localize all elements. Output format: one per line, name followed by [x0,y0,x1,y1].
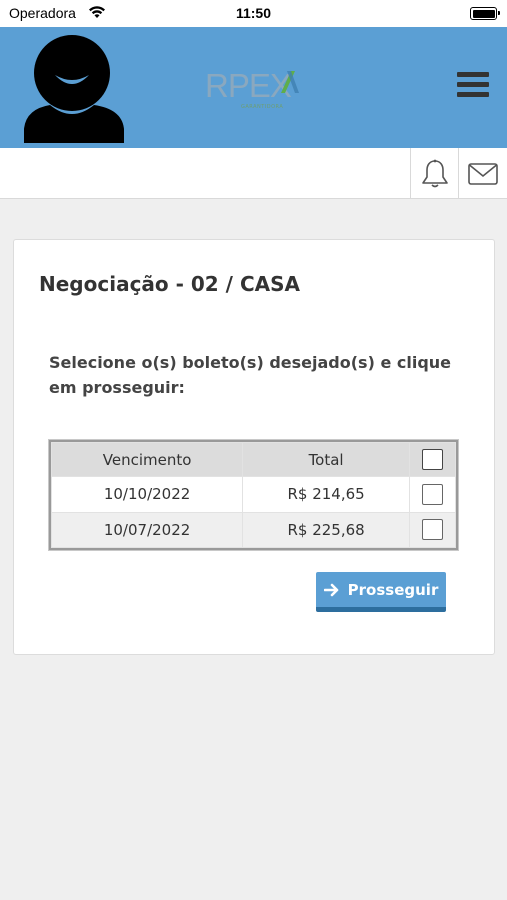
total-cell: R$ 225,68 [242,511,410,548]
clock: 11:50 [235,5,272,21]
proceed-button[interactable]: Prosseguir [316,572,446,612]
select-all-cell [409,442,456,477]
table-row: 10/10/2022 R$ 214,65 [50,476,456,513]
vencimento-cell: 10/10/2022 [50,476,244,513]
negotiation-card: Negociação - 02 / CASA Selecione o(s) bo… [13,239,495,655]
notifications-button[interactable] [410,148,458,199]
page-title: Negociação - 02 / CASA [39,272,300,296]
arrow-right-icon [323,583,338,596]
column-header-vencimento: Vencimento [50,442,244,477]
menu-icon-line [457,82,489,87]
battery-icon [470,7,500,20]
vencimento-cell: 10/07/2022 [50,511,244,548]
user-avatar-icon[interactable] [22,33,126,143]
total-cell: R$ 214,65 [242,476,410,513]
action-bar [0,148,507,199]
instruction-text: Selecione o(s) boleto(s) desejado(s) e c… [49,353,452,397]
checkbox-cell [409,511,456,548]
boletos-table: Vencimento Total 10/10/2022 R$ 214,65 10 [49,440,458,550]
logo-subtitle: GARANTIDORA [241,104,284,110]
row-checkbox[interactable] [422,483,443,505]
table-header-row: Vencimento Total [50,442,456,477]
bell-icon [421,159,448,187]
menu-button[interactable] [457,72,489,98]
menu-icon [457,72,489,77]
table-row: 10/07/2022 R$ 225,68 [50,511,456,548]
menu-icon-line [457,92,489,97]
mail-icon [467,162,498,185]
logo-mark-icon [281,71,299,93]
messages-button[interactable] [458,148,506,199]
proceed-label: Prosseguir [347,580,439,599]
select-all-checkbox[interactable] [422,449,443,470]
company-logo: RPEX GARANTIDORA [205,67,305,117]
checkbox-cell [409,476,456,513]
status-bar: Operadora 11:50 [0,0,507,27]
column-header-total: Total [242,442,410,477]
logo-text: RPEX [205,67,292,104]
app-header: RPEX GARANTIDORA [0,27,507,148]
row-checkbox[interactable] [422,519,443,541]
